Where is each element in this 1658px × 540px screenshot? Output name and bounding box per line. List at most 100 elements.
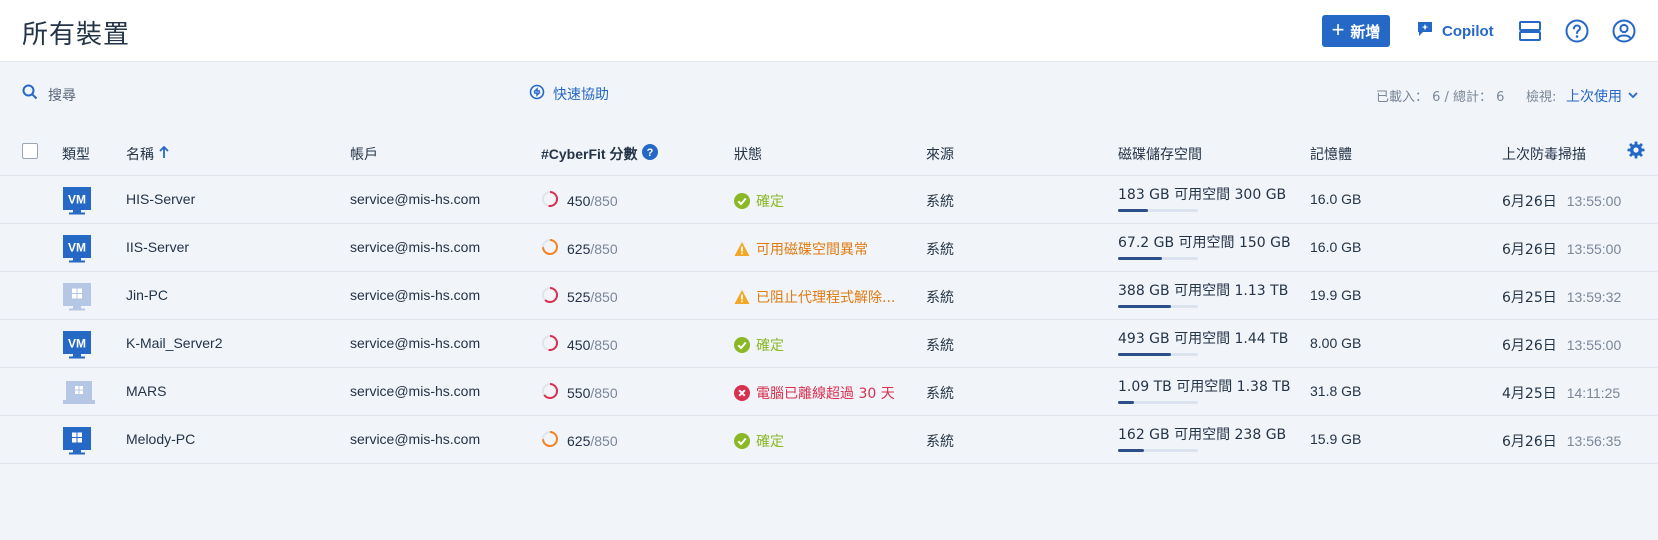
status-ok-icon bbox=[734, 337, 750, 353]
table-row[interactable]: VM K-Mail_Server2 service@mis-hs.com 450/85… bbox=[0, 320, 1658, 368]
device-status[interactable]: 確定 bbox=[734, 431, 784, 451]
last-scan-time: 14:11:25 bbox=[1566, 385, 1621, 401]
search-box[interactable]: 搜尋 bbox=[22, 84, 76, 105]
page-header: 所有裝置 + 新增 Copilot bbox=[0, 0, 1658, 62]
score-max: /850 bbox=[590, 384, 618, 401]
device-name[interactable]: Jin-PC bbox=[126, 287, 168, 303]
windows-desktop-icon bbox=[63, 283, 91, 311]
score-value: 525 bbox=[567, 288, 591, 305]
quick-assist-label: 快速協助 bbox=[553, 87, 609, 103]
table-row[interactable]: VM IIS-Server service@mis-hs.com 625/850 可用磁… bbox=[0, 224, 1658, 272]
last-scan: 6月26日 13:55:00 bbox=[1502, 335, 1621, 355]
col-last-scan[interactable]: 上次防毒掃描 bbox=[1502, 144, 1586, 164]
help-circle-icon[interactable]: ? bbox=[642, 144, 659, 164]
score-gauge-icon bbox=[541, 334, 559, 355]
device-name[interactable]: Melody-PC bbox=[126, 431, 195, 447]
score-value: 450 bbox=[567, 336, 591, 353]
last-scan: 6月26日 13:55:00 bbox=[1502, 191, 1621, 211]
score-max: /850 bbox=[590, 432, 618, 449]
device-name[interactable]: IIS-Server bbox=[126, 239, 189, 255]
windows-desktop-icon-online bbox=[63, 427, 91, 455]
disk-usage-text: 493 GB 可用空間 1.44 TB bbox=[1118, 331, 1289, 347]
col-cyberfit-label: #CyberFit 分數 bbox=[541, 146, 638, 162]
table-row[interactable]: VM HIS-Server service@mis-hs.com 450/850 確定 系… bbox=[0, 176, 1658, 224]
search-placeholder: 搜尋 bbox=[48, 87, 76, 104]
device-account: service@mis-hs.com bbox=[350, 431, 481, 447]
cyberfit-score[interactable]: 450/850 bbox=[541, 190, 618, 211]
disk-usage-bar bbox=[1118, 209, 1198, 212]
last-scan-time: 13:55:00 bbox=[1566, 337, 1622, 353]
device-status[interactable]: 已阻止代理程式解除... bbox=[734, 287, 895, 307]
device-memory: 15.9 GB bbox=[1310, 431, 1362, 447]
col-cyberfit[interactable]: #CyberFit 分數 ? bbox=[541, 144, 659, 164]
device-status[interactable]: 確定 bbox=[734, 191, 784, 211]
device-source: 系統 bbox=[926, 386, 954, 402]
score-max: /850 bbox=[590, 240, 618, 257]
device-account: service@mis-hs.com bbox=[350, 383, 481, 399]
vm-icon: VM bbox=[63, 187, 91, 215]
device-account: service@mis-hs.com bbox=[350, 287, 481, 303]
table-row[interactable]: Jin-PC service@mis-hs.com 525/850 已阻止代理程式解除… bbox=[0, 272, 1658, 320]
device-status[interactable]: 電腦已離線超過 30 天 bbox=[734, 383, 895, 403]
device-memory: 31.8 GB bbox=[1310, 383, 1362, 399]
cyberfit-score[interactable]: 550/850 bbox=[541, 382, 618, 403]
new-button-label: 新增 bbox=[1350, 23, 1381, 41]
device-name[interactable]: K-Mail_Server2 bbox=[126, 335, 222, 351]
new-button[interactable]: + 新增 bbox=[1322, 15, 1390, 47]
last-scan-time: 13:55:00 bbox=[1566, 193, 1622, 209]
last-scan: 6月26日 13:56:35 bbox=[1502, 431, 1621, 451]
score-value: 625 bbox=[567, 240, 591, 257]
status-text: 電腦已離線超過 30 天 bbox=[756, 386, 895, 402]
layout-toggle-icon[interactable] bbox=[1517, 18, 1543, 44]
col-type[interactable]: 類型 bbox=[62, 144, 90, 164]
device-status[interactable]: 可用磁碟空間異常 bbox=[734, 239, 868, 259]
score-max: /850 bbox=[590, 192, 618, 209]
gear-icon[interactable] bbox=[1627, 141, 1645, 164]
status-text: 確定 bbox=[756, 194, 784, 210]
disk-usage-text: 67.2 GB 可用空間 150 GB bbox=[1118, 235, 1291, 251]
device-name[interactable]: MARS bbox=[126, 383, 166, 399]
disk-usage-bar bbox=[1118, 305, 1198, 308]
help-icon[interactable] bbox=[1564, 18, 1590, 44]
score-max: /850 bbox=[590, 336, 618, 353]
copilot-icon bbox=[1416, 20, 1434, 42]
device-source: 系統 bbox=[926, 434, 954, 450]
device-memory: 19.9 GB bbox=[1310, 287, 1362, 303]
score-gauge-icon bbox=[541, 430, 559, 451]
table-row[interactable]: MARS service@mis-hs.com 550/850 電腦已離線超過 30 … bbox=[0, 368, 1658, 416]
disk-usage-bar bbox=[1118, 449, 1198, 452]
status-text: 確定 bbox=[756, 338, 784, 354]
device-name[interactable]: HIS-Server bbox=[126, 191, 195, 207]
view-label: 檢視: bbox=[1526, 90, 1557, 105]
cyberfit-score[interactable]: 625/850 bbox=[541, 238, 618, 259]
col-name[interactable]: 名稱 bbox=[126, 144, 170, 164]
svg-text:?: ? bbox=[647, 147, 654, 159]
col-status[interactable]: 狀態 bbox=[734, 144, 762, 164]
copilot-button[interactable]: Copilot bbox=[1416, 20, 1494, 42]
col-memory[interactable]: 記憶體 bbox=[1310, 144, 1352, 164]
laptop-icon bbox=[63, 379, 95, 407]
device-memory: 16.0 GB bbox=[1310, 191, 1362, 207]
status-error-icon bbox=[734, 385, 750, 401]
status-warn-icon bbox=[734, 289, 750, 305]
score-gauge-icon bbox=[541, 238, 559, 259]
last-scan-time: 13:55:00 bbox=[1566, 241, 1622, 257]
view-selector[interactable]: 上次使用 bbox=[1566, 86, 1638, 106]
table-row[interactable]: Melody-PC service@mis-hs.com 625/850 確定 系統 16… bbox=[0, 416, 1658, 464]
last-scan-time: 13:56:35 bbox=[1566, 433, 1622, 449]
disk-usage-bar bbox=[1118, 401, 1198, 404]
last-scan-date: 6月26日 bbox=[1502, 194, 1557, 210]
account-icon[interactable] bbox=[1611, 18, 1637, 44]
vm-icon: VM bbox=[63, 331, 91, 359]
col-account[interactable]: 帳戶 bbox=[350, 144, 378, 164]
cyberfit-score[interactable]: 525/850 bbox=[541, 286, 618, 307]
select-all-checkbox[interactable] bbox=[22, 143, 38, 159]
cyberfit-score[interactable]: 625/850 bbox=[541, 430, 618, 451]
last-scan-date: 6月26日 bbox=[1502, 242, 1557, 258]
col-disk[interactable]: 磁碟儲存空間 bbox=[1118, 144, 1202, 164]
last-scan: 6月25日 13:59:32 bbox=[1502, 287, 1621, 307]
device-status[interactable]: 確定 bbox=[734, 335, 784, 355]
quick-assist-link[interactable]: 快速協助 bbox=[529, 84, 609, 104]
col-source[interactable]: 來源 bbox=[926, 144, 954, 164]
cyberfit-score[interactable]: 450/850 bbox=[541, 334, 618, 355]
